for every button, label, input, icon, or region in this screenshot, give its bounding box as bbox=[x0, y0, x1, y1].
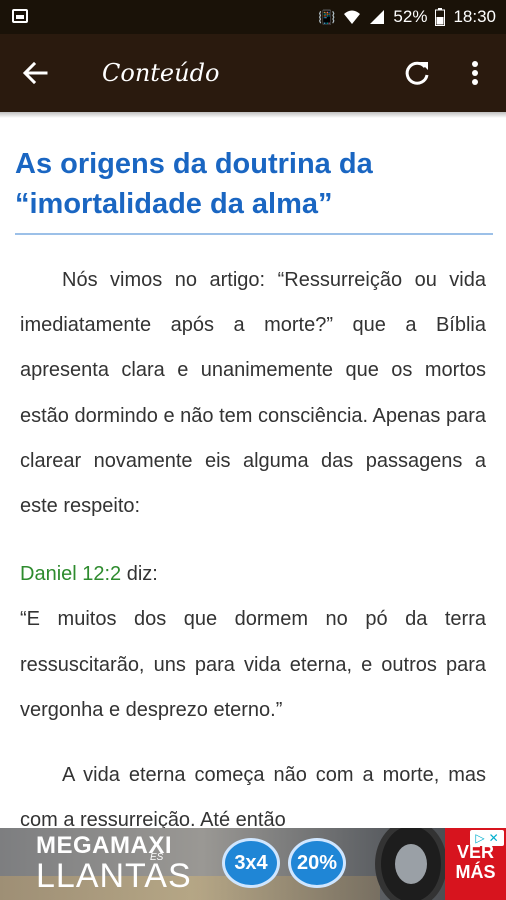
vibrate-icon: 📳 bbox=[317, 8, 336, 25]
title-divider bbox=[15, 233, 493, 235]
article-paragraph: Nós vimos no artigo: “Ressurreição ou vi… bbox=[20, 269, 486, 518]
status-bar: 📳 52% 18:30 bbox=[0, 0, 506, 34]
clock-time: 18:30 bbox=[453, 7, 496, 26]
refresh-icon[interactable] bbox=[400, 56, 434, 90]
app-bar: Conteúdo bbox=[0, 34, 506, 112]
adchoices-badge[interactable]: ▷ ✕ bbox=[470, 830, 504, 846]
ad-banner[interactable]: MEGAMAXI ES LLANTAS 3x4 20% VER MÁS ▷ ✕ bbox=[0, 828, 506, 900]
page-title: Conteúdo bbox=[102, 59, 220, 87]
article-paragraph-2: A vida eterna começa não com a morte, ma… bbox=[20, 764, 486, 828]
adchoices-icon[interactable]: ▷ bbox=[475, 831, 484, 845]
wifi-icon bbox=[344, 10, 361, 24]
battery-icon bbox=[435, 8, 446, 26]
arrow-back-icon[interactable] bbox=[18, 56, 52, 90]
more-vertical-icon[interactable] bbox=[460, 56, 490, 90]
reference-suffix: diz: bbox=[121, 563, 158, 585]
ad-brand-bottom: LLANTAS bbox=[36, 857, 192, 895]
ad-badge-discount: 20% bbox=[288, 838, 346, 888]
bible-quote: “E muitos dos que dormem no pó da terra … bbox=[20, 608, 486, 721]
ad-close-icon[interactable]: ✕ bbox=[489, 831, 499, 845]
gallery-notification-icon bbox=[12, 9, 28, 23]
quote-block: Daniel 12:2 diz: “E muitos dos que dormem… bbox=[20, 552, 486, 733]
bible-reference-link[interactable]: Daniel 12:2 bbox=[20, 563, 121, 585]
tire-image bbox=[375, 828, 447, 900]
status-icons: 📳 52% 18:30 bbox=[318, 0, 496, 34]
article-content[interactable]: As origens da doutrina da “imortalidade … bbox=[0, 112, 506, 828]
ad-badge-3x4: 3x4 bbox=[222, 838, 280, 888]
battery-percentage: 52% bbox=[393, 7, 428, 26]
signal-icon bbox=[370, 10, 385, 24]
article-title: As origens da doutrina da “imortalidade … bbox=[15, 148, 373, 220]
